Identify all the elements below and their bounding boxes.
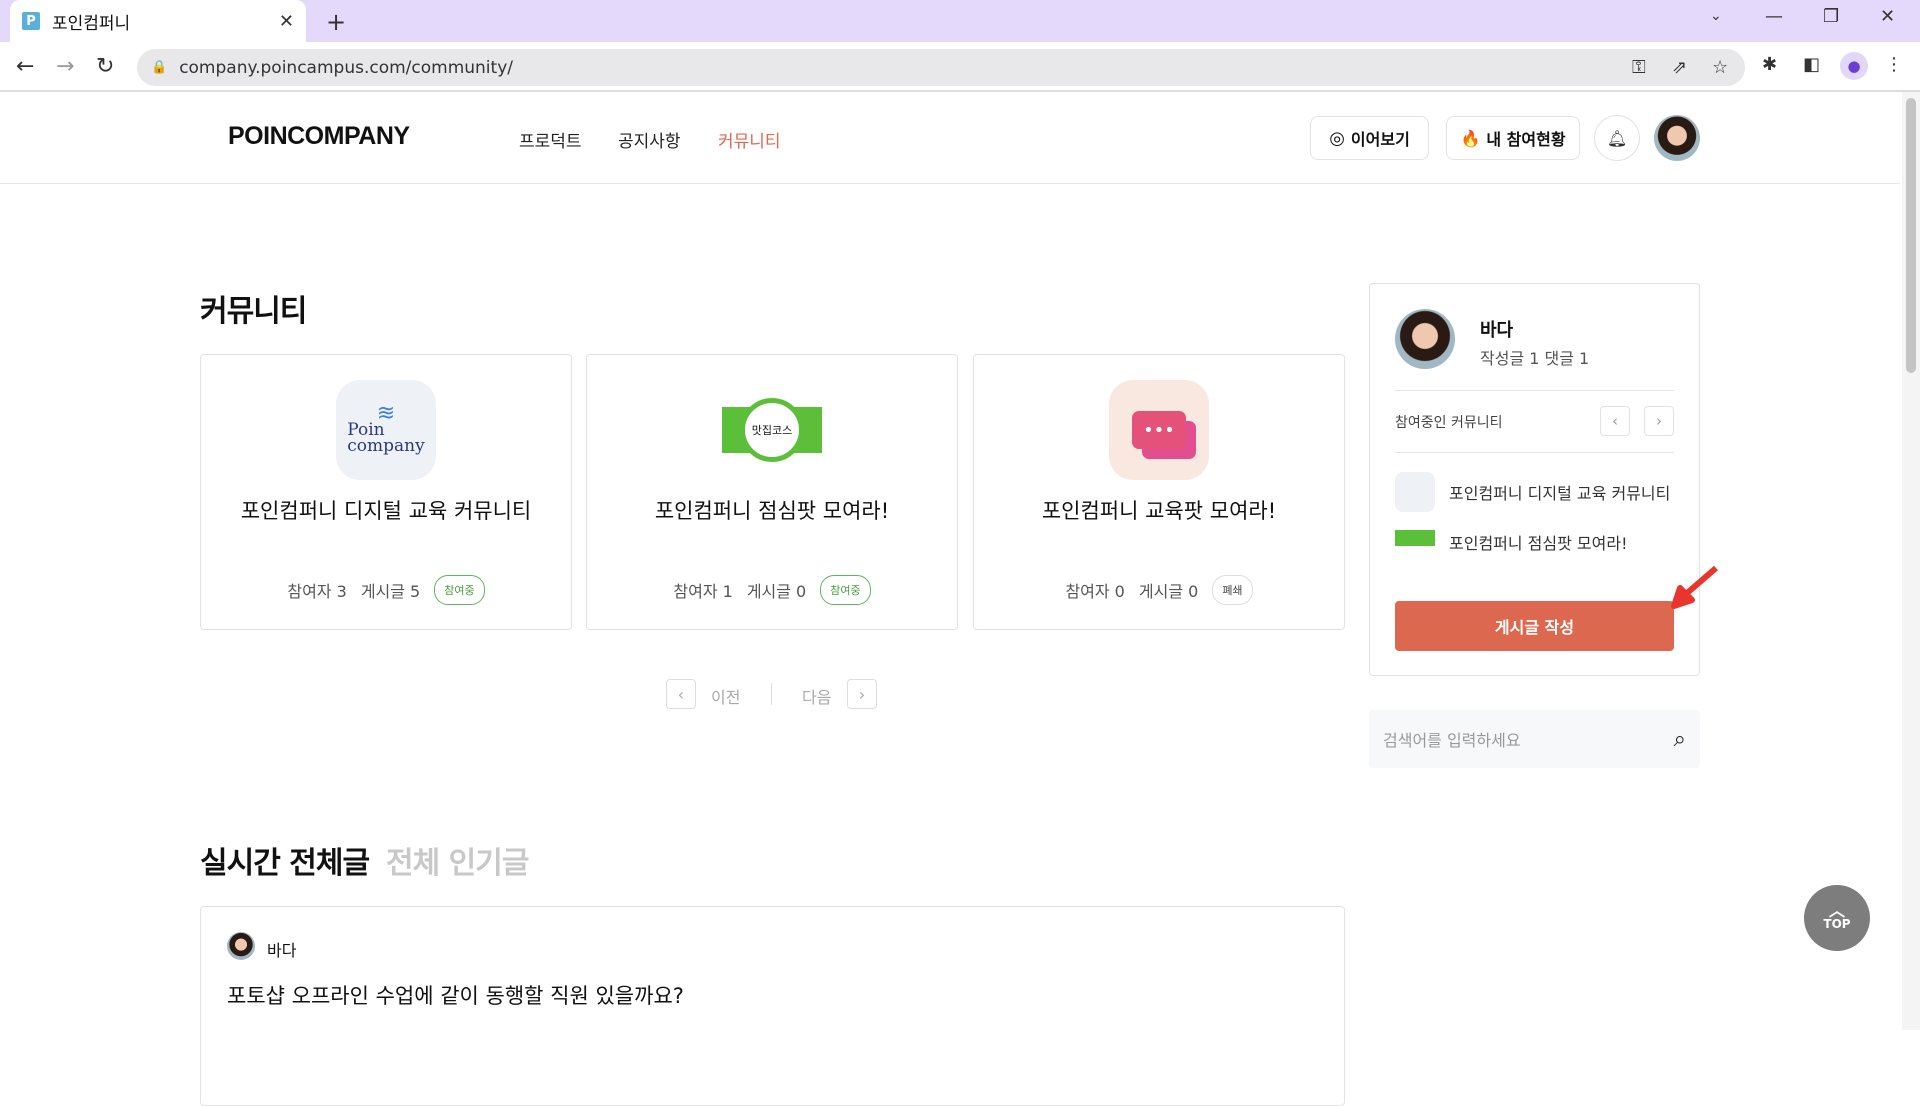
joined-label: 참여중인 커뮤니티 <box>1395 415 1503 431</box>
key-icon[interactable]: ⚿ <box>1632 57 1646 78</box>
continue-button[interactable]: ◎ 이어보기 <box>1310 116 1429 160</box>
chevron-up-icon: ︿ <box>1828 901 1845 920</box>
my-status-button[interactable]: 🔥 내 참여현황 <box>1446 116 1580 160</box>
card-title: 포인컴퍼니 디지털 교육 커뮤니티 <box>240 499 532 523</box>
fire-icon: 🔥 <box>1460 128 1481 148</box>
participants: 참여자 0 <box>1065 582 1125 601</box>
back-icon[interactable]: ← <box>16 54 34 79</box>
close-tab-icon[interactable]: ✕ <box>279 11 294 32</box>
joined-community-item[interactable]: 포인컴퍼니 점심팟 모여라! <box>1395 522 1628 562</box>
scroll-top-button[interactable]: ︿ TOP <box>1804 885 1870 951</box>
post-item[interactable]: 바다 포토샵 오프라인 수업에 같이 동행할 직원 있을까요? <box>200 906 1345 1106</box>
card-title: 포인컴퍼니 점심팟 모여라! <box>654 499 890 523</box>
tab-realtime[interactable]: 실시간 전체글 <box>200 838 370 882</box>
site-header: POINCOMPANY 프로덕트 공지사항 커뮤니티 ◎ 이어보기 🔥 내 참여현황… <box>0 92 1900 184</box>
reload-icon[interactable]: ↻ <box>96 54 114 79</box>
browser-toolbar: ← → ↻ 🔒 company.poincampus.com/community… <box>0 42 1920 92</box>
profile-stats: 작성글 1 댓글 1 <box>1480 349 1590 368</box>
community-card[interactable]: 맛집코스 포인컴퍼니 점심팟 모여라! 참여자 1 게시글 0 참여중 <box>586 354 958 630</box>
author-avatar <box>227 932 255 960</box>
browser-tab[interactable]: P 포인컴퍼니 ✕ <box>10 0 306 42</box>
joined-community-item[interactable]: 포인컴퍼니 디지털 교육 커뮤니티 <box>1395 472 1670 512</box>
menu-icon[interactable]: ⋮ <box>1885 54 1903 75</box>
chat-bubbles-icon: ••• <box>1109 380 1209 480</box>
profile-name: 바다 <box>1480 320 1514 341</box>
divider <box>1395 452 1674 453</box>
pagination-divider <box>771 683 772 705</box>
poincompany-logo-icon <box>1395 472 1435 512</box>
status-badge: 폐쇄 <box>1212 575 1253 605</box>
tab-title: 포인컴퍼니 <box>52 13 131 34</box>
profile-sidebar: 바다 작성글 1 댓글 1 참여중인 커뮤니티 ‹ › 포인컴퍼니 디지털 교육… <box>1369 283 1718 676</box>
tab-search-icon[interactable]: ⌄ <box>1710 8 1722 24</box>
new-tab-icon[interactable]: + <box>326 8 346 36</box>
site-logo[interactable]: POINCOMPANY <box>228 122 410 151</box>
prev-page-button[interactable]: ‹ <box>666 679 696 709</box>
scrollbar[interactable] <box>1902 92 1920 1030</box>
joined-next-button[interactable]: › <box>1644 406 1674 436</box>
participants: 참여자 1 <box>673 582 733 601</box>
community-card[interactable]: ≋ Poin company 포인컴퍼니 디지털 교육 커뮤니티 참여자 3 게시글 … <box>200 354 572 630</box>
nav-community[interactable]: 커뮤니티 <box>718 127 781 152</box>
star-icon[interactable]: ☆ <box>1712 57 1728 78</box>
community-card[interactable]: ••• 포인컴퍼니 교육팟 모여라! 참여자 0 게시글 0 폐쇄 <box>973 354 1345 630</box>
address-bar[interactable]: 🔒 company.poincampus.com/community/ ⚿ ⇗ … <box>137 49 1745 86</box>
nav-notices[interactable]: 공지사항 <box>618 127 681 152</box>
tab-popular[interactable]: 전체 인기글 <box>386 838 529 882</box>
share-icon[interactable]: ⇗ <box>1672 57 1687 78</box>
status-badge: 참여중 <box>434 575 485 605</box>
search-box[interactable]: 검색어를 입력하세요 ⌕ <box>1369 710 1700 768</box>
restore-icon[interactable]: ❐ <box>1823 6 1839 27</box>
community-heading: 커뮤니티 <box>200 294 307 329</box>
search-input[interactable]: 검색어를 입력하세요 <box>1383 727 1674 751</box>
next-page-button[interactable]: › <box>847 679 877 709</box>
close-window-icon[interactable]: ✕ <box>1880 6 1895 27</box>
scrollbar-thumb[interactable] <box>1906 98 1916 373</box>
browser-tab-bar: P 포인컴퍼니 ✕ + ⌄ — ❐ ✕ <box>0 0 1920 42</box>
next-label[interactable]: 다음 <box>802 684 831 708</box>
prev-label[interactable]: 이전 <box>711 684 740 708</box>
participants: 참여자 3 <box>287 582 347 601</box>
profile-icon[interactable]: ● <box>1840 52 1868 80</box>
side-panel-icon[interactable]: ◧ <box>1803 54 1820 75</box>
posts: 게시글 5 <box>360 582 421 601</box>
profile-avatar <box>1395 309 1455 369</box>
forward-icon[interactable]: → <box>56 54 74 79</box>
url-text: company.poincampus.com/community/ <box>179 57 513 78</box>
posts: 게시글 0 <box>1138 582 1199 601</box>
user-avatar[interactable] <box>1654 115 1700 161</box>
posts: 게시글 0 <box>746 582 807 601</box>
card-title: 포인컴퍼니 교육팟 모여라! <box>1041 499 1277 523</box>
lock-icon: 🔒 <box>151 60 168 75</box>
search-icon[interactable]: ⌕ <box>1674 727 1686 752</box>
joined-prev-button[interactable]: ‹ <box>1600 406 1630 436</box>
write-post-button[interactable]: 게시글 작성 <box>1395 601 1674 651</box>
extensions-icon[interactable]: ✱ <box>1762 54 1777 75</box>
favicon: P <box>22 12 40 30</box>
divider <box>1395 390 1674 391</box>
post-author: 바다 <box>267 941 297 960</box>
minimize-icon[interactable]: — <box>1765 6 1783 27</box>
bell-icon[interactable]: 🔔︎ <box>1594 115 1640 161</box>
post-title[interactable]: 포토샵 오프라인 수업에 같이 동행할 직원 있을까요? <box>227 980 684 1010</box>
eye-icon: ◎ <box>1329 127 1345 149</box>
lunch-course-icon <box>1395 522 1435 562</box>
lunch-course-icon: 맛집코스 <box>722 380 822 480</box>
status-badge: 참여중 <box>820 575 871 605</box>
red-arrow-annotation <box>1671 565 1718 609</box>
nav-products[interactable]: 프로덕트 <box>519 127 582 152</box>
poincompany-logo-icon: ≋ Poin company <box>336 380 436 480</box>
